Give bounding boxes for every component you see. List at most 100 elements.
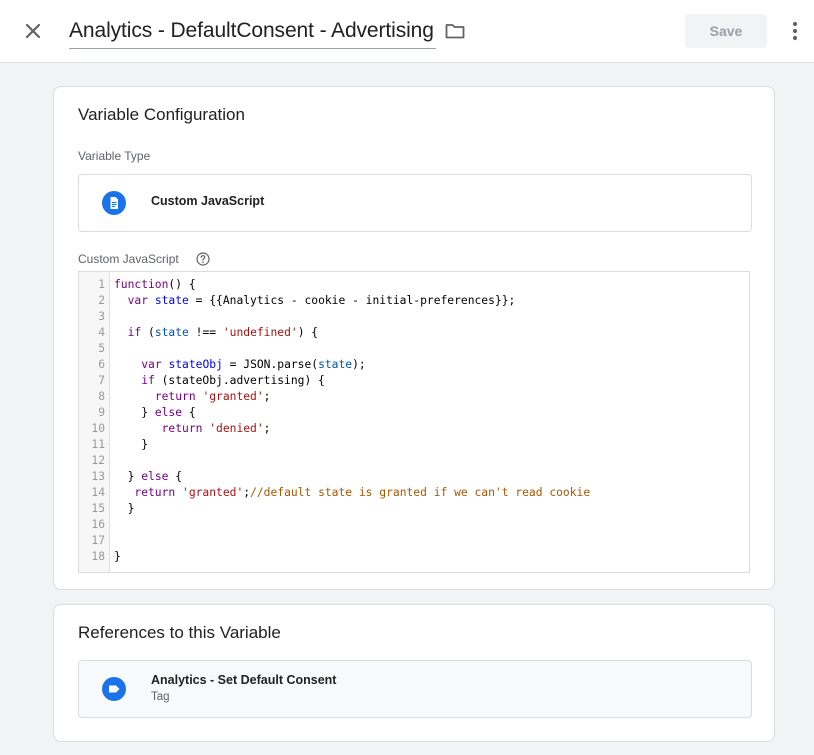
code-line: 5	[79, 341, 749, 357]
code-text: return 'denied';	[114, 421, 271, 437]
more-vert-icon[interactable]	[784, 19, 806, 43]
code-line: 10 return 'denied';	[79, 421, 749, 437]
line-number: 4	[98, 326, 105, 339]
code-line: 8 return 'granted';	[79, 389, 749, 405]
code-token: () {	[168, 278, 196, 291]
code-text: var state = {{Analytics - cookie - initi…	[114, 293, 516, 309]
code-text: var stateObj = JSON.parse(state);	[114, 357, 366, 373]
code-text: }	[114, 549, 121, 565]
code-token: state	[154, 294, 189, 307]
code-line: 12	[79, 453, 749, 469]
line-number: 8	[98, 390, 105, 403]
code-token: return	[134, 486, 176, 499]
code-line: 13 } else {	[79, 469, 749, 485]
code-token: }	[114, 550, 121, 563]
line-number: 14	[91, 486, 105, 499]
tag-icon	[102, 677, 126, 701]
line-number: 12	[91, 454, 105, 467]
code-token: }	[114, 470, 142, 483]
code-token: state	[154, 326, 189, 339]
code-line: 9 } else {	[79, 405, 749, 421]
code-line: 1 function() {	[79, 277, 749, 293]
code-token: return	[154, 390, 196, 403]
title-input[interactable]: Analytics - DefaultConsent - Advertising	[69, 13, 436, 49]
code-token: = {{Analytics - cookie - initial-prefere…	[188, 294, 516, 307]
close-icon[interactable]	[20, 18, 46, 44]
variable-type-label: Variable Type	[78, 149, 151, 163]
code-token: return	[161, 422, 203, 435]
variable-type-selector[interactable]: Custom JavaScript	[78, 174, 752, 232]
code-line: 14 return 'granted';//default state is g…	[79, 485, 749, 501]
code-token: }	[114, 502, 135, 515]
line-number: 13	[91, 470, 105, 483]
references-card: References to this Variable Analytics - …	[53, 604, 775, 742]
code-token: (	[141, 326, 155, 339]
code-token: }	[114, 438, 149, 451]
code-line: 3	[79, 309, 749, 325]
code-token: state	[318, 358, 353, 371]
code-line: 6 var stateObj = JSON.parse(state);	[79, 357, 749, 373]
code-line: 7 if (stateObj.advertising) {	[79, 373, 749, 389]
code-text: }	[114, 437, 148, 453]
code-line: 16	[79, 517, 749, 533]
reference-name: Analytics - Set Default Consent	[151, 673, 337, 687]
line-number: 15	[91, 502, 105, 515]
code-token: (stateObj.advertising) {	[154, 374, 325, 387]
code-token: {	[182, 406, 196, 419]
line-number: 3	[98, 310, 105, 323]
code-line: 2 var state = {{Analytics - cookie - ini…	[79, 293, 749, 309]
code-text: return 'granted';	[114, 389, 271, 405]
code-text: } else {	[114, 469, 182, 485]
code-text: return 'granted';//default state is gran…	[114, 485, 590, 501]
variable-configuration-card: Variable Configuration Variable Type Cus…	[53, 86, 775, 590]
card-title: Variable Configuration	[78, 105, 245, 124]
reference-item[interactable]: Analytics - Set Default Consent Tag	[78, 660, 752, 718]
code-token: //default state is granted if we can't r…	[250, 486, 591, 499]
save-button[interactable]: Save	[685, 14, 767, 48]
line-number: 7	[98, 374, 105, 387]
code-token: else	[141, 470, 169, 483]
code-text: }	[114, 501, 135, 517]
custom-javascript-label: Custom JavaScript	[78, 252, 179, 266]
code-line: 17	[79, 533, 749, 549]
code-token: if	[141, 374, 155, 387]
code-line: 18}	[79, 549, 749, 565]
code-text: if (stateObj.advertising) {	[114, 373, 325, 389]
code-token: );	[352, 358, 366, 371]
help-icon[interactable]	[196, 252, 210, 266]
line-number: 9	[98, 406, 105, 419]
code-token: var	[141, 358, 162, 371]
code-token: {	[168, 470, 183, 483]
code-token: 'granted'	[202, 390, 264, 403]
code-line: 4 if (state !== 'undefined') {	[79, 325, 749, 341]
line-number: 10	[91, 422, 105, 435]
line-number: 11	[91, 438, 105, 451]
line-number: 17	[91, 534, 105, 547]
code-token: !==	[188, 326, 223, 339]
line-number: 2	[98, 294, 105, 307]
code-token: ;	[263, 390, 271, 403]
code-line: 11 }	[79, 437, 749, 453]
document-icon	[102, 191, 126, 215]
variable-title: Analytics - DefaultConsent - Advertising	[69, 19, 434, 42]
reference-type: Tag	[151, 691, 170, 703]
code-token: else	[154, 406, 183, 419]
code-token: 'undefined'	[222, 326, 298, 339]
line-number: 5	[98, 342, 105, 355]
code-token: ;	[263, 422, 271, 435]
code-text: } else {	[114, 405, 196, 421]
folder-icon[interactable]	[444, 20, 466, 42]
code-text: function() {	[114, 277, 196, 293]
line-number: 6	[98, 358, 105, 371]
code-editor[interactable]: 1 function() {2 var state = {{Analytics -…	[78, 271, 750, 573]
top-bar: Analytics - DefaultConsent - Advertising…	[0, 0, 814, 63]
